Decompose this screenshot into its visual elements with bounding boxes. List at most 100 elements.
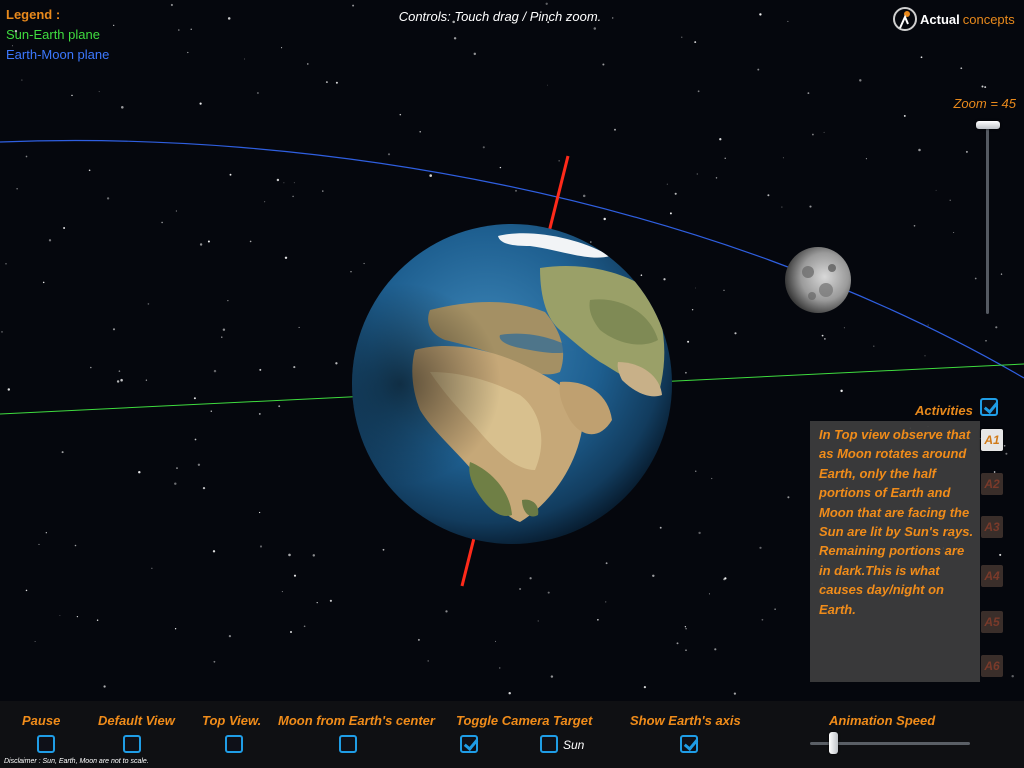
bottom-control-bar bbox=[0, 701, 1024, 768]
star bbox=[643, 685, 647, 689]
star bbox=[774, 608, 776, 610]
star bbox=[515, 189, 517, 192]
star bbox=[138, 470, 141, 474]
star bbox=[34, 641, 36, 642]
star bbox=[605, 562, 608, 565]
star bbox=[782, 157, 784, 159]
star bbox=[953, 232, 955, 233]
star bbox=[696, 173, 698, 175]
star bbox=[329, 599, 332, 602]
star bbox=[715, 177, 718, 179]
star bbox=[960, 67, 963, 70]
earth[interactable] bbox=[352, 224, 672, 544]
star bbox=[913, 224, 916, 227]
star bbox=[281, 591, 283, 593]
star bbox=[120, 378, 123, 382]
star bbox=[5, 262, 7, 265]
star bbox=[199, 243, 203, 246]
star bbox=[659, 526, 662, 529]
star bbox=[873, 345, 875, 347]
star bbox=[16, 188, 18, 190]
star bbox=[767, 194, 770, 197]
star bbox=[685, 649, 687, 651]
show-earth-axis-label: Show Earth's axis bbox=[630, 713, 741, 728]
star bbox=[427, 660, 429, 662]
star bbox=[663, 278, 666, 281]
star bbox=[999, 553, 1002, 556]
star bbox=[197, 463, 201, 466]
star bbox=[177, 29, 180, 31]
star bbox=[529, 577, 532, 580]
star bbox=[694, 287, 696, 289]
activity-button-a3[interactable]: A3 bbox=[981, 516, 1003, 538]
star bbox=[229, 173, 232, 176]
star bbox=[590, 241, 592, 243]
default-view-checkbox[interactable] bbox=[123, 735, 141, 753]
star bbox=[1000, 273, 1003, 275]
star bbox=[42, 281, 45, 284]
star bbox=[445, 610, 448, 613]
star bbox=[924, 355, 926, 357]
star bbox=[170, 3, 173, 7]
star bbox=[981, 85, 984, 88]
star bbox=[681, 36, 683, 38]
star bbox=[495, 640, 497, 642]
show-earth-axis-checkbox[interactable] bbox=[680, 735, 698, 753]
star bbox=[288, 553, 291, 557]
activity-button-a2[interactable]: A2 bbox=[981, 473, 1003, 495]
activity-button-a6[interactable]: A6 bbox=[981, 655, 1003, 677]
star bbox=[98, 91, 100, 93]
star bbox=[684, 626, 687, 628]
star bbox=[293, 366, 296, 369]
star bbox=[995, 326, 998, 329]
zoom-slider-track[interactable] bbox=[986, 126, 989, 314]
star bbox=[284, 256, 288, 260]
activities-checkbox[interactable] bbox=[980, 398, 998, 416]
star bbox=[335, 362, 338, 365]
star bbox=[965, 150, 968, 153]
star bbox=[96, 619, 99, 621]
activity-button-a4[interactable]: A4 bbox=[981, 565, 1003, 587]
star bbox=[298, 326, 300, 328]
star bbox=[290, 631, 292, 633]
star bbox=[244, 58, 246, 60]
legend-earth-moon-plane: Earth-Moon plane bbox=[6, 47, 110, 62]
star bbox=[519, 587, 522, 591]
toggle-camera-target-checkbox[interactable] bbox=[460, 735, 478, 753]
activity-button-a1[interactable]: A1 bbox=[981, 429, 1003, 451]
star bbox=[550, 675, 554, 678]
pause-checkbox[interactable] bbox=[37, 735, 55, 753]
star bbox=[652, 574, 655, 578]
sun-camera-target-checkbox[interactable] bbox=[540, 735, 558, 753]
star bbox=[787, 496, 790, 499]
zoom-label: Zoom = 45 bbox=[953, 96, 1016, 111]
star bbox=[281, 47, 283, 49]
zoom-slider-handle[interactable] bbox=[976, 121, 1000, 129]
star bbox=[694, 41, 697, 44]
star bbox=[691, 309, 694, 311]
star bbox=[293, 574, 297, 577]
activity-button-a5[interactable]: A5 bbox=[981, 611, 1003, 633]
star bbox=[974, 277, 977, 280]
star bbox=[821, 334, 824, 337]
star bbox=[221, 336, 223, 338]
star bbox=[823, 131, 825, 133]
star bbox=[676, 642, 679, 645]
star bbox=[697, 90, 700, 93]
top-view-checkbox[interactable] bbox=[225, 735, 243, 753]
moon[interactable] bbox=[785, 247, 851, 313]
star bbox=[212, 550, 216, 553]
actual-concepts-logo-icon bbox=[893, 7, 917, 31]
star bbox=[227, 300, 229, 302]
star bbox=[508, 691, 511, 695]
moon-from-earth-center-label: Moon from Earth's center bbox=[278, 713, 435, 728]
star bbox=[382, 548, 385, 551]
moon-from-earth-center-checkbox[interactable] bbox=[339, 735, 357, 753]
toggle-camera-target-label: Toggle Camera Target bbox=[456, 713, 593, 728]
animation-speed-slider-handle[interactable] bbox=[829, 732, 838, 754]
logo-word-concepts: concepts bbox=[962, 11, 1015, 27]
star bbox=[733, 692, 737, 695]
star bbox=[264, 201, 266, 203]
star bbox=[325, 81, 328, 84]
star bbox=[45, 532, 47, 534]
